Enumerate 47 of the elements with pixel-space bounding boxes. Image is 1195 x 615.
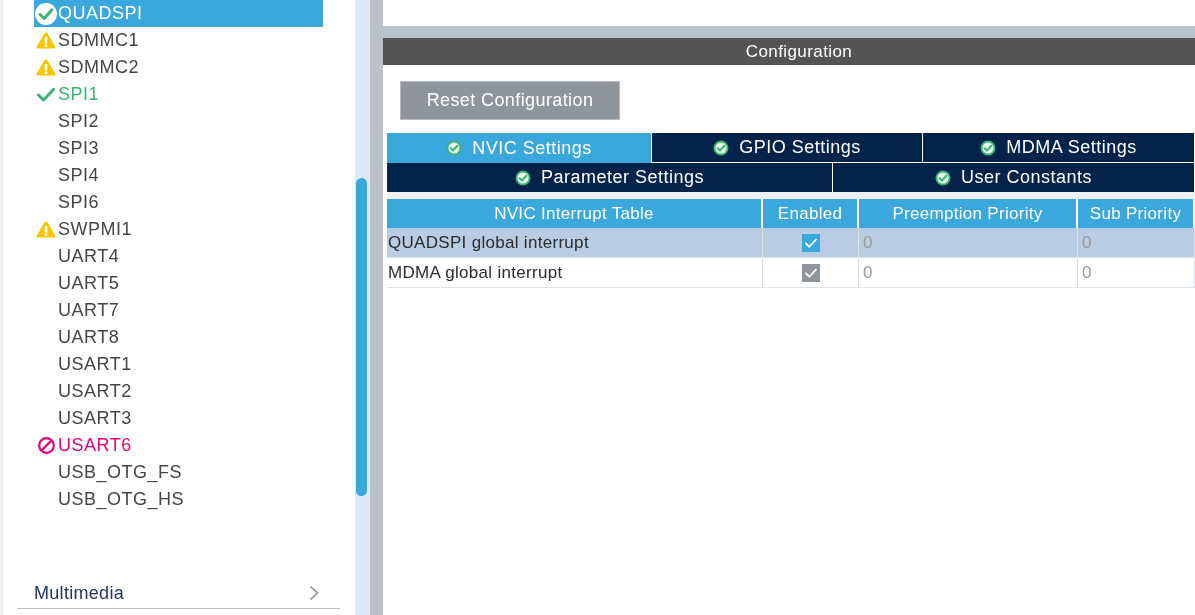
sidebar-item[interactable]: UART7 — [34, 297, 323, 324]
sidebar-item[interactable]: UART8 — [34, 324, 323, 351]
sidebar-item[interactable]: UART5 — [34, 270, 323, 297]
table-cell: QUADSPI global interrupt — [387, 228, 763, 257]
warning-icon — [36, 32, 56, 49]
sidebar-item[interactable]: USART2 — [34, 378, 323, 405]
tab[interactable]: GPIO Settings — [652, 133, 923, 163]
table-cell: 0 — [1078, 258, 1195, 287]
sidebar-item[interactable]: USB_OTG_HS — [34, 486, 323, 513]
sidebar-item[interactable]: SPI2 — [34, 108, 323, 135]
tab[interactable]: User Constants — [833, 163, 1195, 192]
sidebar-item[interactable]: SDMMC1 — [34, 27, 323, 54]
section-header: Configuration — [383, 38, 1195, 65]
tab[interactable]: Parameter Settings — [387, 163, 833, 192]
column-header: Enabled — [763, 199, 859, 228]
scrollbar-thumb[interactable] — [356, 178, 367, 496]
check-icon — [37, 87, 55, 102]
checkbox[interactable] — [801, 233, 820, 252]
sidebar-item[interactable]: SPI4 — [34, 162, 323, 189]
table-cell: 0 — [1078, 228, 1195, 257]
sidebar-item[interactable]: USB_OTG_FS — [34, 459, 323, 486]
sidebar-item[interactable]: SWPMI1 — [34, 216, 323, 243]
sidebar-item[interactable]: SPI6 — [34, 189, 323, 216]
sidebar-item[interactable]: SPI3 — [34, 135, 323, 162]
column-header: NVIC Interrupt Table — [387, 199, 763, 228]
check-circle-icon — [514, 169, 531, 186]
warning-icon — [36, 221, 56, 238]
table-cell: MDMA global interrupt — [387, 258, 763, 287]
check-circle-icon — [713, 139, 730, 156]
sidebar-item[interactable]: UART4 — [34, 243, 323, 270]
sidebar-item[interactable]: SDMMC2 — [34, 54, 323, 81]
check-circle-icon — [934, 169, 951, 186]
sidebar-item[interactable]: USART3 — [34, 405, 323, 432]
prohibited-icon — [37, 437, 55, 454]
table-cell: 0 — [859, 258, 1078, 287]
sidebar-item[interactable]: USART6 — [34, 432, 323, 459]
sidebar-item[interactable]: USART1 — [34, 351, 323, 378]
column-header: Sub Priority — [1078, 199, 1195, 228]
column-header: Preemption Priority — [859, 199, 1078, 228]
warning-icon — [36, 59, 56, 76]
check-circle-icon — [980, 139, 997, 156]
table-cell: 0 — [859, 228, 1078, 257]
tab[interactable]: MDMA Settings — [923, 133, 1195, 163]
table-row[interactable]: QUADSPI global interrupt 0 0 — [387, 228, 1195, 258]
check-circle-icon — [446, 140, 463, 156]
table-row[interactable]: MDMA global interrupt 0 0 — [387, 258, 1195, 288]
scrollbar-track[interactable] — [355, 0, 370, 615]
